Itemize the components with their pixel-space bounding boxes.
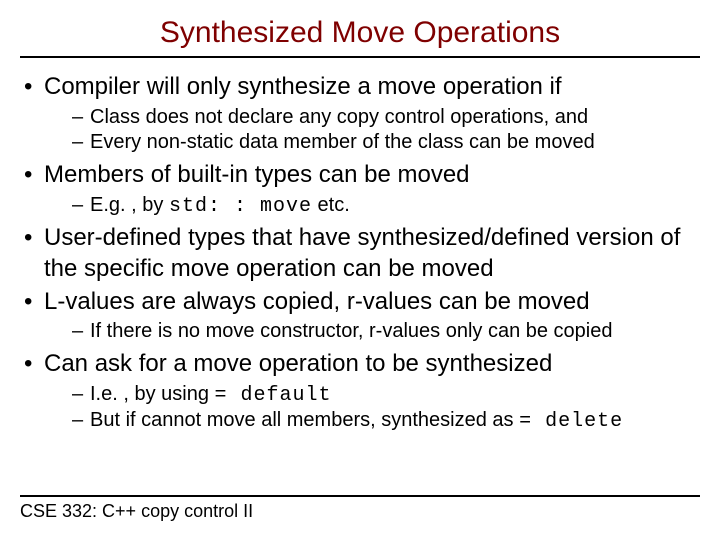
sub-item: If there is no move constructor, r-value… (72, 319, 700, 345)
code-text: std: : move (169, 195, 312, 218)
sub-list: If there is no move constructor, r-value… (44, 319, 700, 345)
sub-item: E.g. , by std: : move etc. (72, 193, 700, 220)
sub-text: I.e. , by using (90, 383, 215, 405)
sub-text: Every non-static data member of the clas… (90, 131, 595, 153)
sub-item: Every non-static data member of the clas… (72, 130, 700, 156)
sub-text: etc. (312, 194, 350, 216)
code-text: = delete (519, 410, 623, 433)
sub-item: I.e. , by using = default (72, 382, 700, 409)
sub-text: If there is no move constructor, r-value… (90, 320, 613, 342)
bullet-item: Members of built-in types can be moved E… (24, 160, 700, 219)
sub-text: Class does not declare any copy control … (90, 106, 588, 128)
bullet-item: L-values are always copied, r-values can… (24, 287, 700, 345)
bullet-text: Members of built-in types can be moved (44, 161, 470, 188)
sub-list: I.e. , by using = default But if cannot … (44, 382, 700, 435)
slide: Synthesized Move Operations Compiler wil… (0, 0, 720, 540)
sub-text: E.g. , by (90, 194, 169, 216)
footer: CSE 332: C++ copy control II (20, 495, 700, 522)
sub-list: Class does not declare any copy control … (44, 105, 700, 156)
sub-text: But if cannot move all members, synthesi… (90, 409, 519, 431)
code-text: = default (215, 384, 332, 407)
bullet-text: L-values are always copied, r-values can… (44, 288, 590, 315)
footer-text: CSE 332: C++ copy control II (20, 501, 253, 521)
bullet-text: Compiler will only synthesize a move ope… (44, 73, 562, 100)
sub-item: But if cannot move all members, synthesi… (72, 408, 700, 435)
bullet-list: Compiler will only synthesize a move ope… (20, 72, 700, 435)
bullet-item: Compiler will only synthesize a move ope… (24, 72, 700, 156)
sub-item: Class does not declare any copy control … (72, 105, 700, 131)
bullet-text: Can ask for a move operation to be synth… (44, 350, 552, 377)
bullet-item: Can ask for a move operation to be synth… (24, 349, 700, 435)
bullet-item: User-defined types that have synthesized… (24, 223, 700, 284)
sub-list: E.g. , by std: : move etc. (44, 193, 700, 220)
bullet-text: User-defined types that have synthesized… (44, 224, 680, 282)
slide-title: Synthesized Move Operations (20, 16, 700, 58)
